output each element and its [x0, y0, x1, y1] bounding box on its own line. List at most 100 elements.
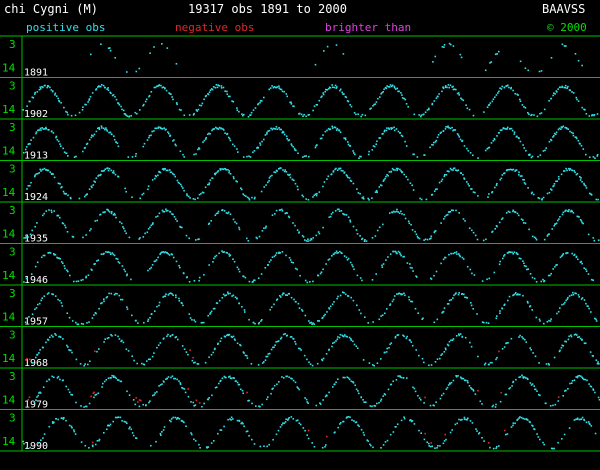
- positive-obs-point: [112, 170, 115, 172]
- positive-obs-point: [466, 265, 469, 268]
- positive-obs-point: [210, 354, 213, 356]
- positive-obs-point: [155, 440, 157, 443]
- positive-obs-point: [365, 240, 368, 242]
- positive-obs-point: [53, 421, 55, 424]
- positive-obs-point: [315, 194, 318, 197]
- positive-obs-point: [211, 177, 214, 179]
- positive-obs-point: [489, 102, 492, 104]
- positive-obs-point: [197, 108, 200, 111]
- positive-obs-point: [339, 88, 342, 91]
- y-tick-label-faint: 14: [2, 311, 16, 324]
- positive-obs-point: [572, 92, 575, 94]
- positive-obs-point: [103, 252, 105, 255]
- positive-obs-point: [561, 43, 564, 46]
- positive-obs-point: [329, 128, 332, 130]
- positive-obs-point: [207, 398, 210, 401]
- positive-obs-point: [370, 107, 372, 110]
- positive-obs-point: [226, 93, 229, 95]
- positive-obs-point: [169, 211, 172, 213]
- positive-obs-point: [506, 433, 509, 435]
- positive-obs-point: [207, 93, 210, 96]
- positive-obs-point: [214, 173, 217, 176]
- positive-obs-point: [246, 155, 248, 158]
- positive-obs-point: [37, 394, 40, 397]
- positive-obs-point: [132, 399, 135, 401]
- positive-obs-point: [191, 319, 193, 321]
- positive-obs-point: [175, 260, 178, 263]
- positive-obs-point: [527, 378, 529, 380]
- positive-obs-point: [91, 186, 93, 189]
- positive-obs-point: [348, 177, 351, 179]
- positive-obs-point: [403, 255, 405, 258]
- positive-obs-point: [147, 188, 149, 191]
- positive-obs-point: [59, 183, 61, 185]
- positive-obs-point: [220, 429, 223, 431]
- positive-obs-point: [565, 340, 567, 343]
- positive-obs-point: [286, 375, 288, 378]
- positive-obs-point: [105, 127, 107, 129]
- positive-obs-point: [57, 298, 59, 301]
- positive-obs-point: [155, 259, 158, 261]
- positive-obs-point: [580, 220, 583, 222]
- positive-obs-point: [276, 383, 278, 386]
- positive-obs-point: [82, 150, 84, 153]
- positive-obs-point: [103, 169, 105, 172]
- positive-obs-point: [154, 177, 156, 180]
- positive-obs-point: [544, 149, 546, 152]
- positive-obs-point: [142, 192, 145, 195]
- positive-obs-point: [343, 171, 346, 174]
- positive-obs-point: [318, 232, 321, 235]
- positive-obs-point: [290, 143, 293, 145]
- positive-obs-point: [503, 172, 506, 174]
- positive-obs-point: [440, 262, 442, 265]
- positive-obs-point: [178, 300, 181, 302]
- positive-obs-point: [349, 261, 352, 264]
- positive-obs-point: [150, 266, 153, 269]
- positive-obs-point: [147, 318, 150, 321]
- positive-obs-point: [491, 230, 494, 233]
- positive-obs-point: [423, 154, 426, 156]
- positive-obs-point: [273, 346, 275, 348]
- positive-obs-point: [292, 222, 294, 224]
- positive-obs-point: [352, 265, 354, 268]
- positive-obs-point: [145, 404, 147, 406]
- positive-obs-point: [288, 257, 291, 259]
- positive-obs-point: [296, 419, 299, 421]
- positive-obs-point: [159, 432, 162, 435]
- positive-obs-point: [476, 430, 478, 432]
- positive-obs-point: [272, 438, 274, 441]
- positive-obs-point: [115, 216, 117, 219]
- positive-obs-point: [573, 253, 576, 256]
- positive-obs-point: [495, 184, 498, 187]
- positive-obs-point: [470, 304, 473, 307]
- positive-obs-point: [398, 90, 400, 93]
- y-tick-label-faint: 14: [2, 103, 16, 116]
- positive-obs-point: [41, 297, 43, 299]
- positive-obs-point: [353, 112, 356, 114]
- positive-obs-point: [171, 375, 174, 377]
- positive-obs-point: [296, 229, 299, 231]
- positive-obs-point: [308, 113, 311, 116]
- positive-obs-point: [308, 155, 310, 158]
- positive-obs-point: [48, 129, 50, 131]
- positive-obs-point: [113, 135, 115, 137]
- positive-obs-point: [172, 416, 174, 419]
- positive-obs-point: [493, 138, 496, 141]
- positive-obs-point: [233, 377, 235, 379]
- positive-obs-point: [68, 424, 71, 427]
- positive-obs-point: [108, 211, 111, 213]
- positive-obs-point: [510, 426, 513, 428]
- positive-obs-point: [223, 129, 225, 131]
- negative-obs-point: [135, 397, 137, 399]
- positive-obs-point: [490, 142, 493, 144]
- positive-obs-point: [432, 61, 434, 63]
- positive-obs-point: [592, 156, 595, 158]
- positive-obs-point: [291, 144, 293, 147]
- positive-obs-point: [307, 198, 310, 201]
- positive-obs-point: [258, 321, 261, 324]
- panel-year-label: 1902: [24, 109, 48, 120]
- positive-obs-point: [353, 268, 355, 271]
- positive-obs-point: [268, 88, 270, 91]
- positive-obs-point: [303, 155, 306, 157]
- positive-obs-point: [254, 196, 256, 199]
